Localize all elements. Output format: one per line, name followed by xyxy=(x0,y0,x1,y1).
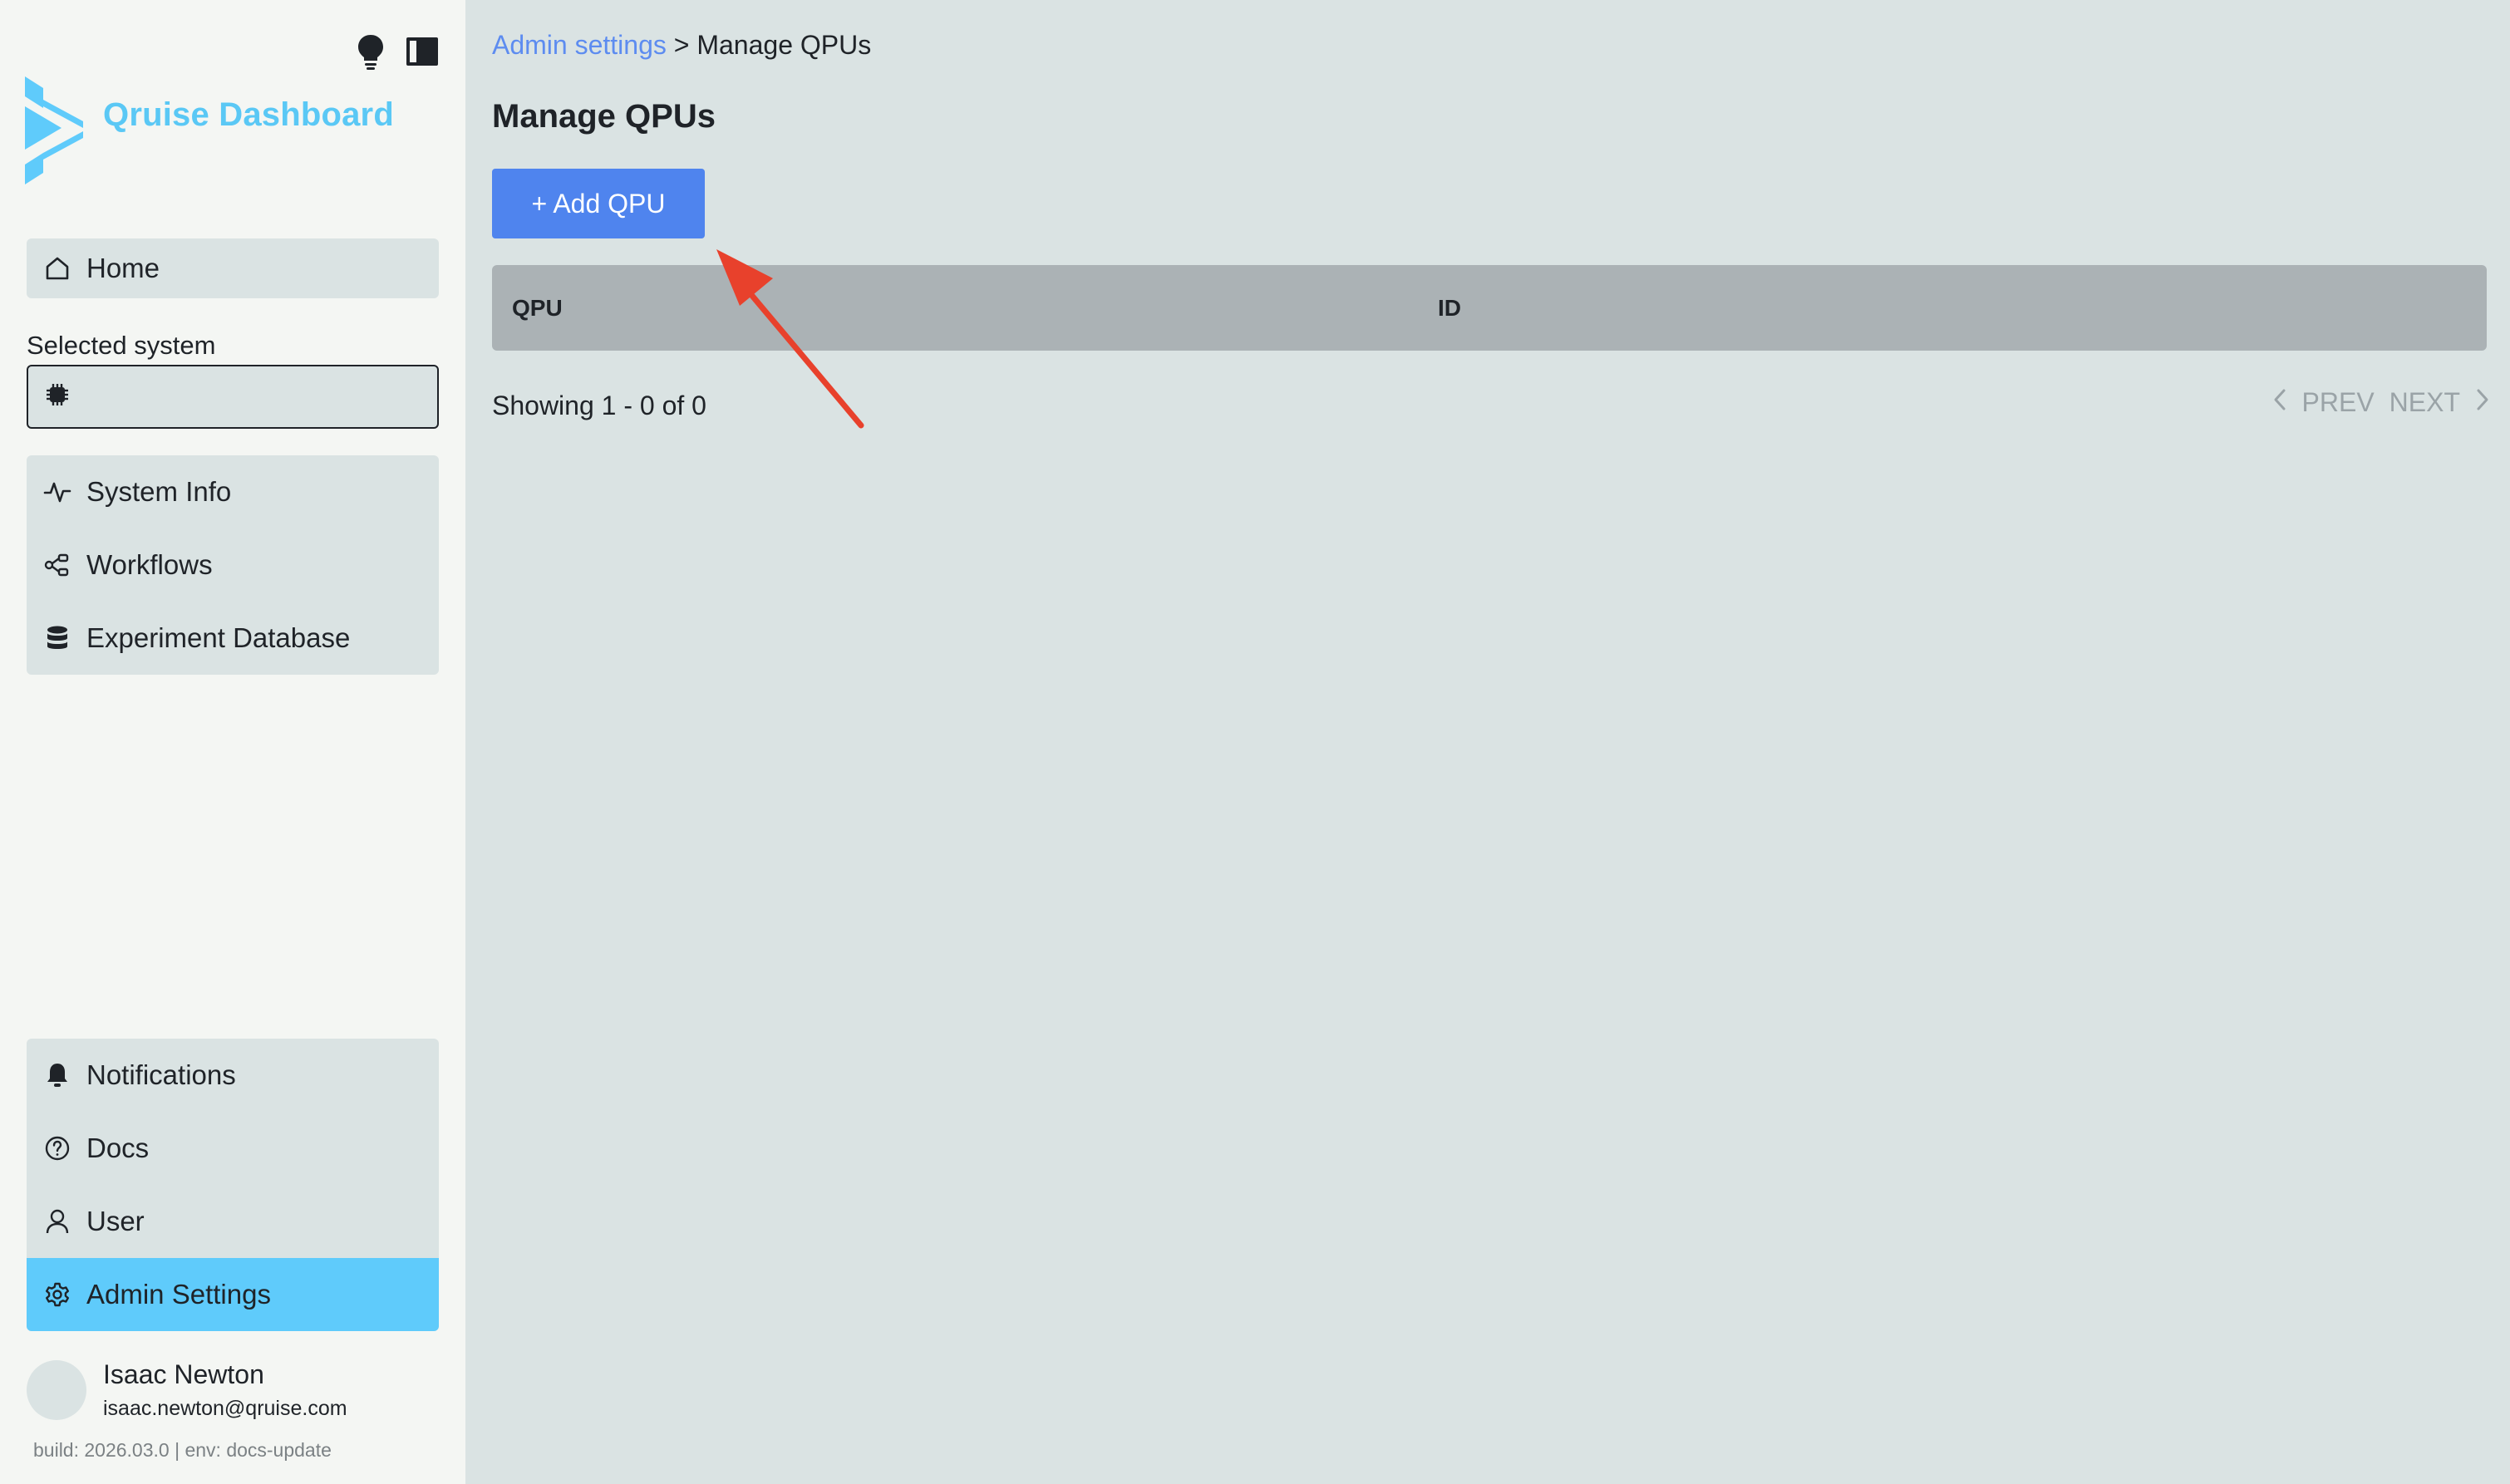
breadcrumb-current: Manage QPUs xyxy=(696,30,872,60)
help-circle-icon xyxy=(43,1134,71,1162)
avatar xyxy=(27,1360,86,1420)
sidebar-top-icons xyxy=(354,33,439,70)
add-qpu-button[interactable]: + Add QPU xyxy=(492,169,705,238)
system-select[interactable] xyxy=(27,365,439,429)
page-title: Manage QPUs xyxy=(492,98,716,135)
annotation-arrow xyxy=(716,249,864,429)
sidebar-item-user[interactable]: User xyxy=(27,1185,439,1258)
sidebar-item-label: Home xyxy=(86,253,160,283)
sidebar: Qruise Dashboard Home Selected system Sy… xyxy=(0,0,465,1484)
home-icon xyxy=(43,254,71,283)
build-info: build: 2026.03.0 | env: docs-update xyxy=(33,1439,332,1461)
selected-system-label: Selected system xyxy=(27,331,216,360)
user-name: Isaac Newton xyxy=(103,1359,264,1389)
sidebar-item-home[interactable]: Home xyxy=(27,238,439,298)
app-root: Qruise Dashboard Home Selected system Sy… xyxy=(0,0,2510,1484)
bottom-nav: Notifications Docs User Admin Settings xyxy=(27,1039,439,1331)
column-header-id[interactable]: ID xyxy=(1438,295,1461,322)
brand[interactable]: Qruise Dashboard xyxy=(25,76,394,184)
sidebar-item-workflows[interactable]: Workflows xyxy=(27,528,439,602)
breadcrumb-separator: > xyxy=(666,30,697,60)
workflow-icon xyxy=(43,551,71,579)
pagination-status: Showing 1 - 0 of 0 xyxy=(492,391,706,420)
sidebar-item-admin-settings[interactable]: Admin Settings xyxy=(27,1258,439,1331)
gear-icon xyxy=(43,1280,71,1309)
user-icon xyxy=(43,1207,71,1236)
sidebar-item-label: Workflows xyxy=(86,549,213,580)
sidebar-item-label: Docs xyxy=(86,1133,150,1163)
sidebar-item-system-info[interactable]: System Info xyxy=(27,455,439,528)
next-page-button[interactable]: NEXT xyxy=(2389,387,2490,418)
sidebar-item-label: Admin Settings xyxy=(86,1279,271,1310)
brand-name: Qruise Dashboard xyxy=(103,96,394,133)
activity-icon xyxy=(43,478,71,506)
chip-icon xyxy=(45,382,70,411)
main-nav: System Info Workflows Experiment Databas… xyxy=(27,455,439,675)
user-profile[interactable]: Isaac Newton isaac.newton@qruise.com xyxy=(27,1359,347,1421)
home-nav: Home xyxy=(27,238,439,298)
sidebar-item-label: System Info xyxy=(86,476,232,507)
user-email: isaac.newton@qruise.com xyxy=(103,1397,347,1420)
bell-icon xyxy=(43,1061,71,1089)
prev-page-button[interactable]: PREV xyxy=(2272,387,2375,418)
sidebar-item-label: Notifications xyxy=(86,1059,236,1090)
sidebar-item-experiment-database[interactable]: Experiment Database xyxy=(27,602,439,675)
qpu-table-header: QPU ID xyxy=(492,265,2487,351)
next-label: NEXT xyxy=(2389,387,2460,417)
sidebar-item-label: Experiment Database xyxy=(86,622,351,653)
breadcrumb-link-admin-settings[interactable]: Admin settings xyxy=(492,30,667,60)
chevron-left-icon xyxy=(2272,387,2287,418)
main-content: Admin settings > Manage QPUs Manage QPUs… xyxy=(465,0,2510,1484)
chevron-right-icon xyxy=(2475,387,2490,418)
qruise-logo-icon xyxy=(25,76,83,184)
sidebar-toggle-icon[interactable] xyxy=(406,33,439,70)
lightbulb-icon[interactable] xyxy=(354,33,387,70)
breadcrumb: Admin settings > Manage QPUs xyxy=(492,30,871,61)
sidebar-item-docs[interactable]: Docs xyxy=(27,1112,439,1185)
prev-label: PREV xyxy=(2301,387,2375,417)
sidebar-item-label: User xyxy=(86,1206,145,1236)
database-icon xyxy=(43,624,71,652)
column-header-qpu[interactable]: QPU xyxy=(512,295,563,322)
sidebar-item-notifications[interactable]: Notifications xyxy=(27,1039,439,1112)
pagination-controls: PREV NEXT xyxy=(2272,387,2490,418)
